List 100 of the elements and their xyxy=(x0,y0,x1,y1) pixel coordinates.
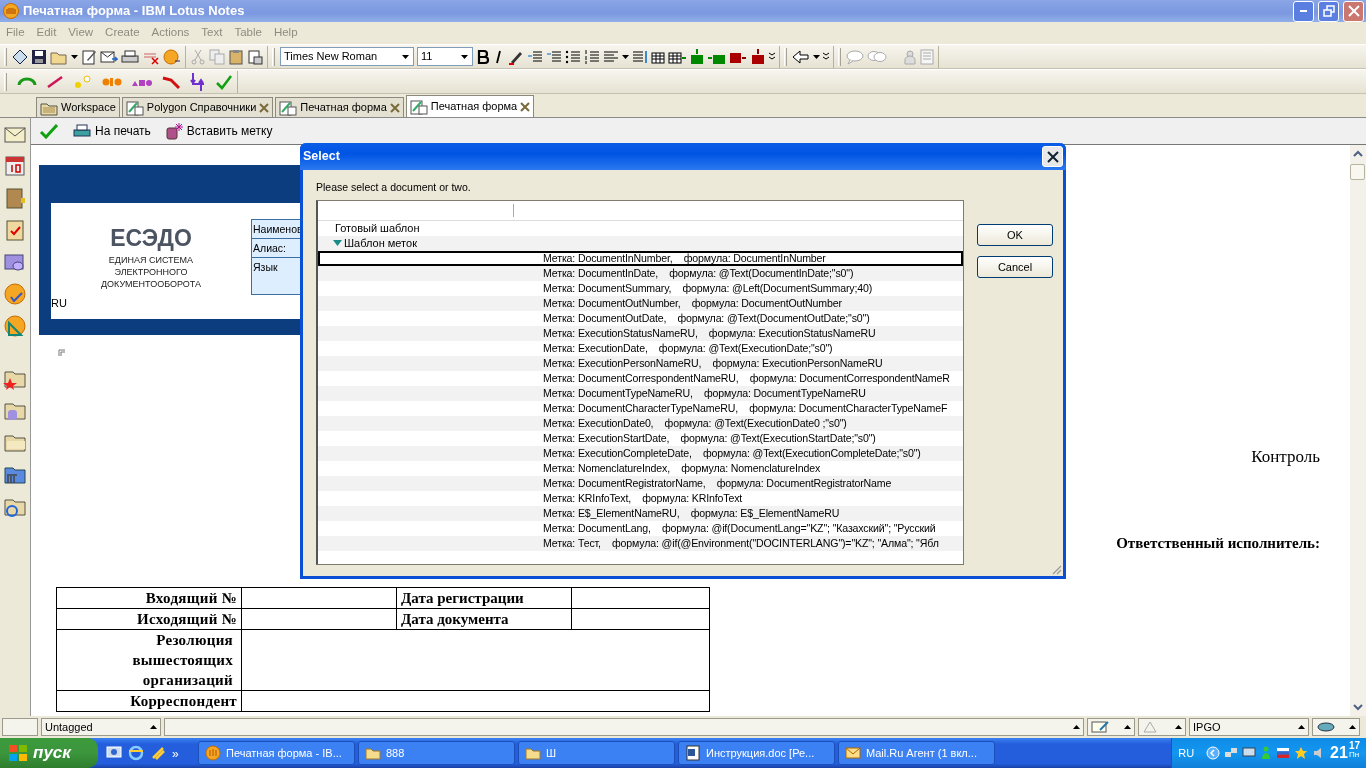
calendar-icon[interactable] xyxy=(3,154,27,178)
list-row[interactable]: Метка: KRInfoText, формула: KRInfoText xyxy=(318,490,963,506)
caret-icon[interactable] xyxy=(813,54,820,59)
mail-icon[interactable] xyxy=(100,48,118,65)
tab[interactable]: Polygon Справочники xyxy=(121,97,274,117)
list-row[interactable]: Метка: ExecutionCompleteDate, формула: @Text(ExecutionCompleteDate;"s0") xyxy=(318,445,963,461)
tab[interactable]: Печатная форма xyxy=(405,95,535,117)
list-row[interactable]: Метка: ExecutionDate, формула: @Text(ExecutionDate;"s0") xyxy=(318,340,963,356)
back-arrow-icon[interactable] xyxy=(792,48,810,65)
restore-button[interactable] xyxy=(1318,0,1339,22)
list-row[interactable]: Метка: DocumentInNumber, формула: DocumentInNumber xyxy=(318,250,963,266)
category-row[interactable]: Готовый шаблон xyxy=(318,220,963,236)
cancel-button[interactable]: Cancel xyxy=(977,256,1053,278)
line-spacing-icon[interactable] xyxy=(632,48,648,65)
list-row[interactable]: Метка: ExecutionStartDate, формула: @Text(ExecutionStartDate;"s0") xyxy=(318,430,963,446)
edit-icon[interactable] xyxy=(81,48,97,65)
font-name-field[interactable]: Times New Roman xyxy=(280,47,414,66)
taskbar-button[interactable]: Печатная форма - IB... xyxy=(198,741,355,765)
taskbar-button[interactable]: Инструкция.doc [Ре... xyxy=(678,741,835,765)
outdent-icon[interactable] xyxy=(546,48,562,65)
caret-icon[interactable] xyxy=(71,54,78,59)
close-icon[interactable] xyxy=(259,102,270,113)
resize-grip-icon[interactable] xyxy=(1050,563,1062,575)
table-delete-row-icon[interactable] xyxy=(750,48,766,65)
list-row[interactable]: Метка: DocumentOutNumber, формула: DocumentOutNumber xyxy=(318,295,963,311)
expanded-triangle-icon[interactable] xyxy=(333,240,342,247)
save-icon[interactable] xyxy=(31,48,47,65)
address-book-icon[interactable] xyxy=(3,186,27,210)
signature-dropdown[interactable] xyxy=(1087,718,1135,736)
list-row[interactable]: Метка: E$_ElementNameRU, формула: E$_ElementNameRU xyxy=(318,505,963,521)
bold-icon[interactable] xyxy=(476,48,490,65)
show-hidden-icon[interactable] xyxy=(1206,746,1221,760)
check-icon[interactable] xyxy=(39,123,59,139)
network-icon[interactable] xyxy=(1224,746,1239,760)
taskbar-button[interactable]: 888 xyxy=(358,741,515,765)
check-icon[interactable] xyxy=(215,73,233,90)
star-icon[interactable] xyxy=(1294,746,1309,760)
font-size-field[interactable]: 11 xyxy=(417,47,473,66)
scroll-thumb[interactable] xyxy=(1350,164,1365,180)
list-row[interactable]: Метка: Тест, формула: @if(@Environment("DOCINTERLANG")="KZ"; "Алма"; "Ябл xyxy=(318,535,963,551)
vertical-scrollbar[interactable] xyxy=(1350,145,1366,716)
document-list[interactable] xyxy=(316,199,964,565)
diamond-icon[interactable] xyxy=(12,48,28,65)
category-row[interactable]: Шаблон меток xyxy=(318,235,963,251)
security-dropdown[interactable] xyxy=(1138,718,1186,736)
print-icon[interactable] xyxy=(121,48,139,65)
taskbar-button[interactable]: Mail.Ru Агент (1 вкл... xyxy=(838,741,995,765)
indent-icon[interactable] xyxy=(527,48,543,65)
ok-button[interactable]: OK xyxy=(977,224,1053,246)
speech-bubble-icon[interactable] xyxy=(846,48,864,65)
taskbar-button[interactable]: Ш xyxy=(518,741,675,765)
browser-icon[interactable] xyxy=(128,745,144,761)
numbered-list-icon[interactable] xyxy=(584,48,600,65)
list-row[interactable]: Метка: DocumentTypeNameRU, формула: DocumentTypeNameRU xyxy=(318,385,963,401)
caret-icon[interactable] xyxy=(401,54,409,59)
logo-subtitle: ЕДИНАЯ СИСТЕМА ЭЛЕКТРОННОГО ДОКУМЕНТООБОРОТА xyxy=(100,254,202,290)
more-button[interactable]: » xyxy=(172,745,179,763)
location-dropdown[interactable]: IPGO xyxy=(1189,718,1309,736)
line-icon[interactable] xyxy=(45,74,65,89)
tab[interactable]: Печатная форма xyxy=(275,97,404,117)
status-message-dropdown[interactable] xyxy=(164,718,1084,736)
list-row[interactable]: Метка: NomenclatureIndex, формула: NomenclatureIndex xyxy=(318,460,963,476)
align-icon[interactable] xyxy=(603,48,619,65)
tab[interactable]: Workspace xyxy=(36,97,120,117)
list-row[interactable]: Метка: DocumentCorrespondentNameRU, формула: DocumentCorrespondentNameR xyxy=(318,370,963,386)
print-button[interactable]: На печать xyxy=(73,122,151,140)
up-arrow-icon xyxy=(1349,725,1356,729)
list-row[interactable]: Метка: ExecutionDate0, формула: @Text(ExecutionDate0 ;"s0") xyxy=(318,415,963,431)
close-button[interactable] xyxy=(1042,146,1063,167)
list-row[interactable]: Метка: DocumentOutDate, формула: @Text(DocumentOutDate;"s0") xyxy=(318,310,963,326)
clipboard-check-icon[interactable] xyxy=(3,218,27,242)
monitor-icon[interactable] xyxy=(1242,746,1257,760)
merge-arrows-icon[interactable] xyxy=(189,71,207,92)
list-row[interactable]: Метка: ExecutionStatusNameRU, формула: ExecutionStatusNameRU xyxy=(318,325,963,341)
list-row[interactable]: Метка: DocumentCharacterTypeNameRU, формула: DocumentCharacterTypeNameF xyxy=(318,400,963,416)
globe-check-icon[interactable] xyxy=(3,282,27,306)
replication-dropdown[interactable] xyxy=(1312,718,1360,736)
flag-icon[interactable] xyxy=(1276,746,1291,760)
tag-dropdown[interactable]: Untagged xyxy=(41,718,161,736)
clock-hours: 21 xyxy=(1330,743,1348,763)
close-icon[interactable] xyxy=(389,102,400,113)
close-icon[interactable] xyxy=(520,101,531,112)
paste-special-icon[interactable] xyxy=(247,48,263,65)
table-cell: Корреспондент xyxy=(56,690,242,712)
start-button[interactable]: пуск xyxy=(0,738,98,768)
caret-icon[interactable] xyxy=(460,54,468,59)
desktop-icon[interactable] xyxy=(106,745,122,761)
caret-icon[interactable] xyxy=(622,54,629,59)
table-add-row-icon[interactable] xyxy=(689,48,705,65)
globe-ruler-icon[interactable] xyxy=(3,314,27,338)
dots-icon[interactable] xyxy=(73,74,93,89)
list-row[interactable]: Метка: DocumentSummary, формула: @Left(DocumentSummary;40) xyxy=(318,280,963,296)
paste-icon[interactable] xyxy=(228,48,244,65)
bullet-list-icon[interactable] xyxy=(565,48,581,65)
list-row[interactable]: Метка: ExecutionPersonNameRU, формула: ExecutionPersonNameRU xyxy=(318,355,963,371)
list-row[interactable]: Метка: DocumentRegistratorName, формула: DocumentRegistratorName xyxy=(318,475,963,491)
insert-tag-button[interactable]: Вставить метку xyxy=(164,122,273,140)
list-row[interactable]: Метка: DocumentLang, формула: @if(DocumentLang="KZ"; "Казахский"; "Русский xyxy=(318,520,963,536)
speech-bubbles-icon[interactable] xyxy=(867,48,887,65)
minimize-button[interactable] xyxy=(1293,0,1314,22)
